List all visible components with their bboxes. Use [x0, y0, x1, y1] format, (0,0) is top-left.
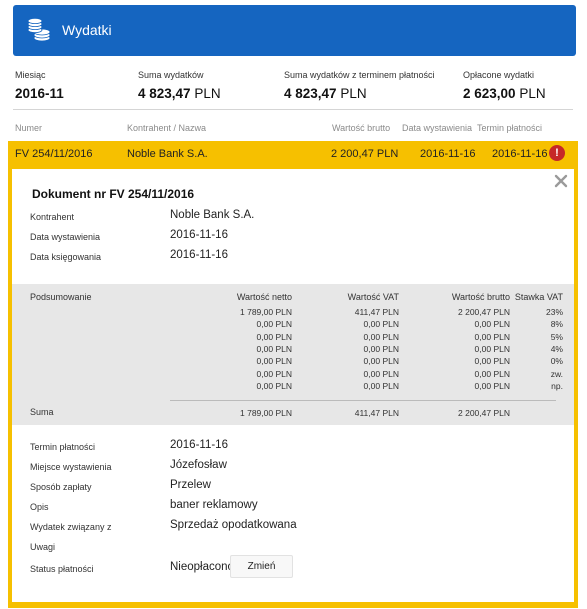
summary-due-label: Suma wydatków z terminem płatności	[284, 70, 435, 80]
vat-total-label: Suma	[30, 407, 54, 417]
field-label-description: Opis	[30, 502, 49, 512]
page-title: Wydatki	[62, 22, 112, 38]
vat-cell-net: 0,00 PLN	[256, 343, 292, 354]
vat-total-net: 1 789,00 PLN	[240, 408, 292, 418]
summary-month: Miesiąc 2016-11	[15, 70, 64, 101]
field-label-due-date: Termin płatności	[30, 442, 96, 452]
column-gross[interactable]: Wartość brutto	[332, 123, 390, 133]
vat-header-gross: Wartość brutto	[451, 292, 510, 302]
vat-cell-net: 0,00 PLN	[256, 368, 292, 379]
field-label-payment-status: Status płatności	[30, 564, 94, 574]
vat-header-vat: Wartość VAT	[347, 292, 399, 302]
vat-cell-vat: 0,00 PLN	[363, 331, 399, 342]
change-status-button[interactable]: Zmień	[230, 555, 293, 578]
invoice-contractor[interactable]: Noble Bank S.A.	[127, 148, 208, 160]
vat-total-divider	[170, 400, 556, 401]
field-value-payment-method: Przelew	[170, 479, 211, 491]
vat-cell-gross: 0,00 PLN	[474, 356, 510, 367]
vat-header-rate: Stawka VAT	[514, 292, 563, 302]
field-value-place: Józefosław	[170, 459, 227, 471]
document-title: Dokument nr FV 254/11/2016	[32, 187, 195, 201]
field-value-due-date: 2016-11-16	[170, 439, 228, 451]
column-number[interactable]: Numer	[15, 123, 42, 133]
vat-cell-rate: zw.	[550, 368, 563, 379]
field-label-expense-type: Wydatek związany z	[30, 522, 112, 532]
close-icon[interactable]	[553, 173, 569, 189]
field-value-issue-date: 2016-11-16	[170, 229, 228, 241]
summary-paid-expenses: Opłacone wydatki 2 623,00 PLN	[463, 70, 546, 101]
field-label-payment-method: Sposób zapłaty	[30, 482, 92, 492]
summary-paid-label: Opłacone wydatki	[463, 70, 535, 80]
invoice-gross[interactable]: 2 200,47 PLN	[331, 148, 398, 160]
summary-total-expenses: Suma wydatków 4 823,47 PLN	[138, 70, 221, 101]
summary-due-unit: PLN	[340, 86, 367, 101]
field-label-contractor: Kontrahent	[30, 212, 75, 222]
vat-cell-vat: 0,00 PLN	[363, 356, 399, 367]
field-value-posting-date: 2016-11-16	[170, 249, 228, 261]
vat-cell-rate: 23%	[545, 307, 563, 317]
summary-total-label: Suma wydatków	[138, 70, 204, 80]
summary-month-value: 2016-11	[15, 86, 64, 101]
vat-cell-net: 0,00 PLN	[256, 356, 292, 367]
table-header: Numer Kontrahent / Nazwa Wartość brutto …	[0, 123, 587, 135]
column-issue-date[interactable]: Data wystawienia	[402, 123, 472, 133]
vat-cell-rate: 8%	[550, 319, 563, 330]
invoice-number[interactable]: FV 254/11/2016	[15, 148, 92, 160]
vat-cell-rate: np.	[551, 380, 563, 391]
field-value-expense-type: Sprzedaż opodatkowana	[170, 519, 297, 531]
summary-month-label: Miesiąc	[15, 70, 46, 80]
vat-cell-net: 0,00 PLN	[256, 380, 292, 391]
page-header: Wydatki	[13, 5, 576, 56]
summary-due-amount: 4 823,47	[284, 86, 337, 101]
vat-cell-rate: 0%	[550, 356, 563, 367]
summary-bar: Miesiąc 2016-11 Suma wydatków 4 823,47 P…	[0, 70, 587, 108]
vat-summary-table: Podsumowanie Wartość netto Wartość VAT W…	[12, 284, 574, 425]
vat-header-net: Wartość netto	[236, 292, 292, 302]
field-value-contractor: Noble Bank S.A.	[170, 209, 255, 221]
vat-cell-gross: 2 200,47 PLN	[458, 307, 510, 317]
summary-due-expenses: Suma wydatków z terminem płatności 4 823…	[284, 70, 435, 101]
vat-cell-vat: 0,00 PLN	[363, 343, 399, 354]
summary-total-unit: PLN	[194, 86, 221, 101]
vat-cell-vat: 0,00 PLN	[363, 319, 399, 330]
field-label-issue-date: Data wystawienia	[30, 232, 101, 242]
vat-cell-net: 0,00 PLN	[256, 331, 292, 342]
field-label-place: Miejsce wystawienia	[30, 462, 112, 472]
vat-cell-net: 0,00 PLN	[256, 319, 292, 330]
vat-total-vat: 411,47 PLN	[354, 408, 399, 418]
field-value-description: baner reklamowy	[170, 499, 258, 511]
invoice-issue-date[interactable]: 2016-11-16	[420, 148, 475, 160]
invoice-due-date[interactable]: 2016-11-16	[492, 148, 547, 160]
document-details: Dokument nr FV 254/11/2016 Kontrahent No…	[12, 169, 574, 602]
column-contractor[interactable]: Kontrahent / Nazwa	[127, 123, 206, 133]
vat-cell-vat: 411,47 PLN	[354, 307, 399, 317]
field-label-posting-date: Data księgowania	[30, 252, 102, 262]
vat-cell-gross: 0,00 PLN	[474, 343, 510, 354]
summary-divider	[13, 109, 573, 110]
vat-total-gross: 2 200,47 PLN	[458, 408, 510, 418]
vat-cell-gross: 0,00 PLN	[474, 331, 510, 342]
summary-paid-amount: 2 623,00	[463, 86, 516, 101]
coins-icon	[27, 18, 51, 42]
vat-summary-label: Podsumowanie	[30, 292, 92, 302]
vat-cell-vat: 0,00 PLN	[363, 368, 399, 379]
vat-cell-vat: 0,00 PLN	[363, 380, 399, 391]
vat-cell-gross: 0,00 PLN	[474, 380, 510, 391]
vat-cell-rate: 4%	[550, 343, 563, 354]
vat-cell-gross: 0,00 PLN	[474, 319, 510, 330]
column-due-date[interactable]: Termin płatności	[477, 123, 542, 133]
vat-cell-gross: 0,00 PLN	[474, 368, 510, 379]
vat-cell-net: 1 789,00 PLN	[240, 307, 292, 317]
field-value-payment-status: Nieopłacono	[170, 561, 234, 573]
summary-paid-unit: PLN	[519, 86, 546, 101]
invoice-row-expanded: FV 254/11/2016 Noble Bank S.A. 2 200,47 …	[8, 141, 578, 608]
field-label-notes: Uwagi	[30, 542, 56, 552]
overdue-alert-icon: !	[549, 145, 565, 161]
summary-total-amount: 4 823,47	[138, 86, 191, 101]
vat-cell-rate: 5%	[550, 331, 563, 342]
